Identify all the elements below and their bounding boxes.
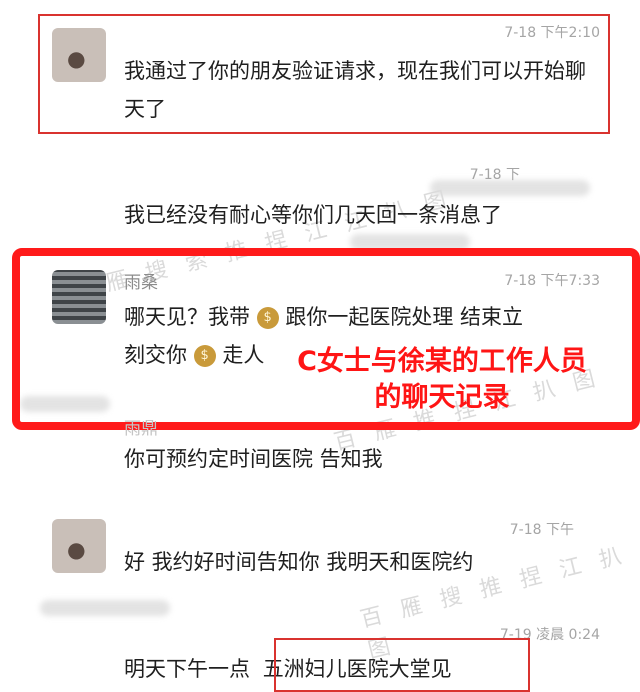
chat-message: 7-18 下 我已经没有耐心等你们几天回一条消息了: [0, 140, 640, 250]
message-text: 我已经没有耐心等你们几天回一条消息了: [124, 203, 502, 227]
highlight-box: [38, 14, 610, 134]
avatar[interactable]: [52, 519, 106, 573]
message-time: 7-18 下午: [509, 522, 574, 538]
chat-message: 雨鼎 你可预约定时间医院 告知我: [0, 418, 640, 498]
message-time: 7-18 下: [469, 167, 520, 183]
annotation-caption: C女士与徐某的工作人员 的聊天记录: [262, 344, 622, 416]
chat-message: 7-18 下午 好 我约好时间告知你 我明天和医院约: [0, 505, 640, 605]
caption-line: 的聊天记录: [374, 382, 510, 413]
highlight-box: [274, 638, 530, 692]
caption-line: C女士与徐某的工作人员: [297, 346, 587, 377]
message-text: 你可预约定时间医院 告知我: [124, 447, 383, 471]
message-text-part: 明天下午一点: [124, 657, 250, 681]
message-text: 好 我约好时间告知你 我明天和医院约: [124, 550, 474, 574]
sender-name: 雨鼎: [124, 419, 158, 439]
